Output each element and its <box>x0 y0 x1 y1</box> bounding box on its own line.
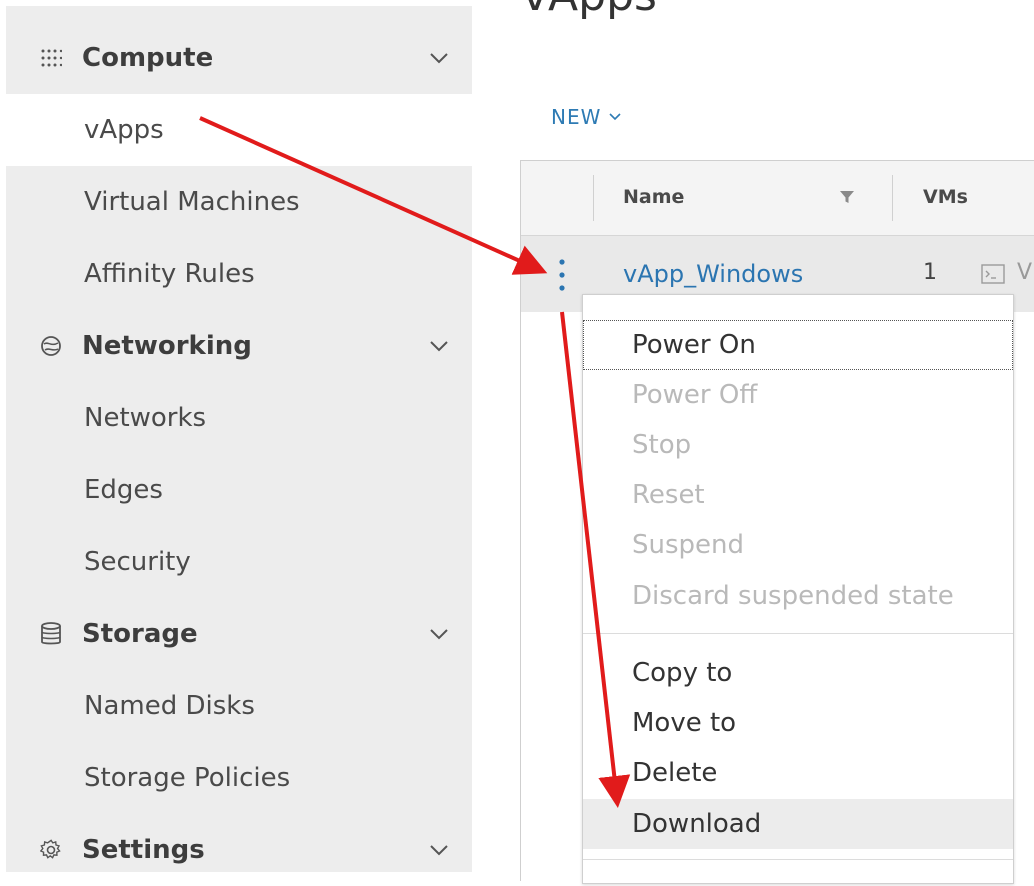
sidebar-item-affinity-rules[interactable]: Affinity Rules <box>6 238 472 310</box>
console-icon[interactable] <box>981 264 1005 288</box>
new-button-label: NEW <box>551 105 602 129</box>
sidebar-item-label: Security <box>84 547 191 577</box>
sidebar-section-compute[interactable]: Compute <box>6 22 472 94</box>
menu-item-label: Copy to <box>632 658 733 688</box>
new-button[interactable]: NEW <box>551 103 621 131</box>
menu-item-label: Download <box>632 809 762 839</box>
menu-item-download[interactable]: Download <box>583 799 1013 849</box>
database-icon <box>40 622 62 645</box>
sidebar-item-label: Named Disks <box>84 691 255 721</box>
menu-item-stop: Stop <box>583 420 1013 470</box>
gear-icon <box>40 839 62 861</box>
sidebar-section-label: Compute <box>82 43 214 73</box>
sidebar-item-label: vApps <box>84 115 164 145</box>
menu-item-copy-to[interactable]: Copy to <box>583 648 1013 698</box>
menu-item-suspend: Suspend <box>583 520 1013 570</box>
sidebar-section-storage[interactable]: Storage <box>6 598 472 670</box>
sidebar-section-label: Storage <box>82 619 198 649</box>
sidebar-item-storage-policies[interactable]: Storage Policies <box>6 742 472 814</box>
sidebar-item-label: Edges <box>84 475 163 505</box>
menu-item-label: Suspend <box>632 530 745 560</box>
menu-item-label: Power On <box>632 330 756 360</box>
menu-item-label: Discard suspended state <box>632 581 954 611</box>
menu-item-label: Power Off <box>632 380 758 410</box>
column-separator[interactable] <box>892 175 893 221</box>
sidebar-item-edges[interactable]: Edges <box>6 454 472 526</box>
menu-item-label: Stop <box>632 430 692 460</box>
sidebar-item-virtual-machines[interactable]: Virtual Machines <box>6 166 472 238</box>
console-label: V <box>1017 260 1033 285</box>
column-separator <box>593 175 594 221</box>
column-header-name[interactable]: Name <box>623 186 684 208</box>
menu-item-discard-suspended-state: Discard suspended state <box>583 571 1013 621</box>
menu-item-label: Move to <box>632 708 737 738</box>
sidebar-section-label: Networking <box>82 331 252 361</box>
sidebar-item-label: Storage Policies <box>84 763 291 793</box>
network-globe-icon <box>40 335 62 357</box>
menu-item-power-on[interactable]: Power On <box>583 320 1013 370</box>
sidebar-section-networking[interactable]: Networking <box>6 310 472 382</box>
menu-divider <box>583 859 1013 860</box>
chevron-down-icon <box>609 113 621 121</box>
chevron-down-icon[interactable] <box>426 837 452 863</box>
grid-dots-icon <box>40 47 62 69</box>
chevron-down-icon[interactable] <box>426 45 452 71</box>
datagrid-header: Name VMs <box>521 161 1034 236</box>
chevron-down-icon[interactable] <box>426 621 452 647</box>
sidebar-item-vapps[interactable]: vApps <box>6 94 472 166</box>
sidebar-item-named-disks[interactable]: Named Disks <box>6 670 472 742</box>
sidebar-section-label: Settings <box>82 835 205 865</box>
page-title: vApps <box>522 0 657 21</box>
menu-item-delete[interactable]: Delete <box>583 748 1013 798</box>
sidebar-item-security[interactable]: Security <box>6 526 472 598</box>
vapp-actions-menu: Power On Power Off Stop Reset Suspend Di… <box>582 294 1014 884</box>
sidebar-item-label: Virtual Machines <box>84 187 300 217</box>
vm-count: 1 <box>923 260 937 285</box>
menu-divider <box>583 633 1013 634</box>
sidebar-item-label: Networks <box>84 403 207 433</box>
vapp-name-link[interactable]: vApp_Windows <box>623 260 803 288</box>
sidebar-item-networks[interactable]: Networks <box>6 382 472 454</box>
sidebar-section-settings[interactable]: Settings <box>6 814 472 886</box>
kebab-menu-icon[interactable] <box>557 258 567 292</box>
menu-item-move-to[interactable]: Move to <box>583 698 1013 748</box>
column-header-vms[interactable]: VMs <box>923 186 968 208</box>
menu-item-label: Reset <box>632 480 705 510</box>
menu-item-reset: Reset <box>583 470 1013 520</box>
menu-item-power-off: Power Off <box>583 370 1013 420</box>
sidebar-item-label: Affinity Rules <box>84 259 255 289</box>
chevron-down-icon[interactable] <box>426 333 452 359</box>
filter-icon[interactable] <box>839 189 855 209</box>
sidebar-nav: Compute vApps Virtual Machines Affinity … <box>6 6 472 872</box>
menu-item-label: Delete <box>632 758 718 788</box>
